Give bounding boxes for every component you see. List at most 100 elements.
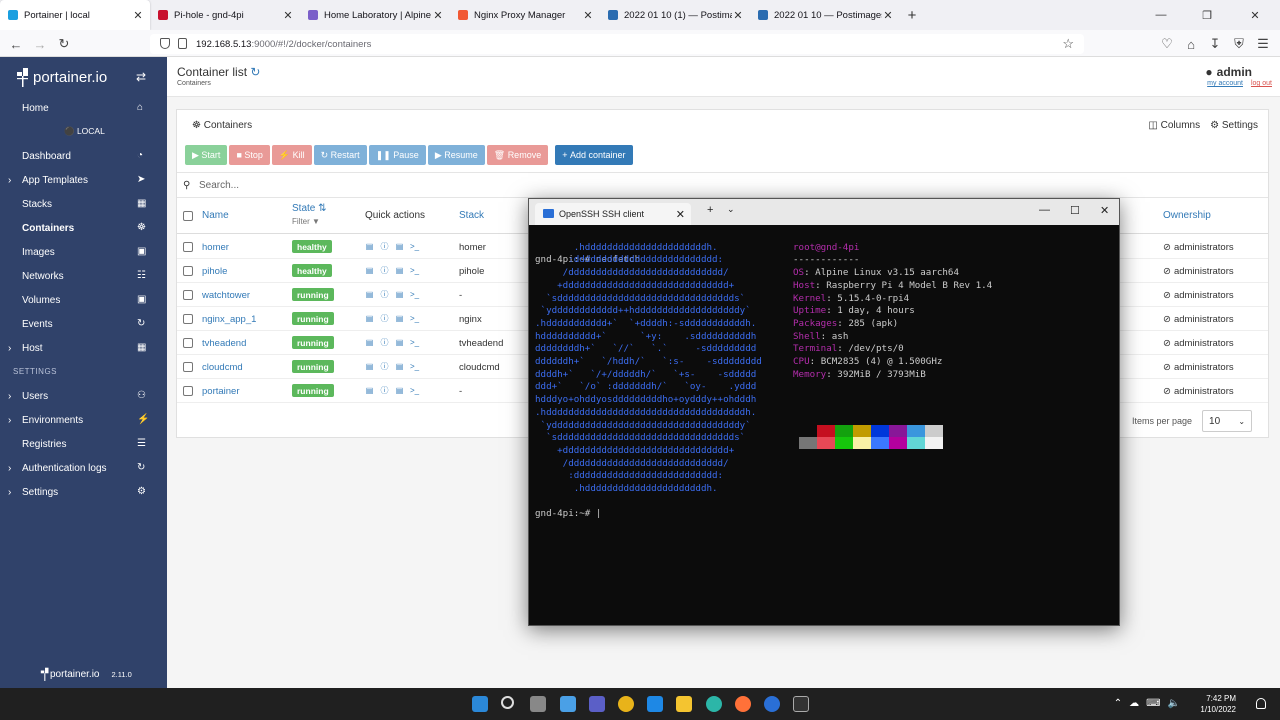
sidebar-item-images[interactable]: Images ▣ — [0, 240, 167, 264]
sidebar-item-environments[interactable]: › Environments ⚡ — [0, 408, 167, 432]
downloads-icon[interactable]: ↧ — [1205, 34, 1225, 54]
container-name-link[interactable]: tvheadend — [202, 338, 246, 349]
logout-link[interactable]: log out — [1251, 80, 1272, 87]
tray-chevron-icon[interactable]: ⌃ — [1114, 698, 1122, 709]
sidebar-item-networks[interactable]: Networks ☷ — [0, 264, 167, 288]
logs-icon[interactable]: ▤ — [365, 386, 374, 395]
sidebar-item-registries[interactable]: Registries ☰ — [0, 432, 167, 456]
ssh-terminal-window[interactable]: OpenSSH SSH client ✕ + ⌄ — ☐ ✕ gnd-4pi:~… — [528, 198, 1120, 626]
container-name-link[interactable]: pihole — [202, 266, 227, 277]
sidebar-item-containers[interactable]: Containers ☸ — [0, 216, 167, 240]
row-checkbox[interactable] — [183, 386, 193, 396]
console-icon[interactable]: >_ — [410, 314, 419, 323]
firefox-icon[interactable] — [735, 696, 751, 712]
shield-icon[interactable] — [160, 38, 170, 49]
terminal-tab[interactable]: OpenSSH SSH client ✕ — [535, 203, 691, 225]
stop-button[interactable]: ■ Stop — [229, 145, 270, 165]
terminal-close-button[interactable]: ✕ — [1100, 204, 1109, 217]
sidebar-item-host[interactable]: › Host ▦ — [0, 336, 167, 360]
terminal-maximize-button[interactable]: ☐ — [1070, 204, 1080, 217]
window-close-button[interactable]: ✕ — [1232, 0, 1278, 30]
row-checkbox[interactable] — [183, 242, 193, 252]
app-icon[interactable] — [764, 696, 780, 712]
sidebar-item-home[interactable]: Home ⌂ — [0, 96, 167, 120]
stats-icon[interactable]: ▤ — [395, 266, 404, 275]
pause-button[interactable]: ❚❚ Pause — [368, 145, 426, 165]
stats-icon[interactable]: ▤ — [395, 362, 404, 371]
extension-shield-icon[interactable]: ⛨ — [1229, 34, 1249, 54]
restart-button[interactable]: ↻ Restart — [313, 145, 367, 165]
logs-icon[interactable]: ▤ — [365, 314, 374, 323]
select-all-checkbox[interactable] — [183, 211, 193, 221]
resume-button[interactable]: ▶ Resume — [427, 145, 485, 165]
row-checkbox[interactable] — [183, 290, 193, 300]
name-column-header[interactable]: Name — [202, 210, 229, 221]
logs-icon[interactable]: ▤ — [365, 242, 374, 251]
inspect-icon[interactable]: ⓘ — [380, 386, 389, 395]
stats-icon[interactable]: ▤ — [395, 242, 404, 251]
inspect-icon[interactable]: ⓘ — [380, 338, 389, 347]
sidebar-item-dashboard[interactable]: Dashboard ◔ — [0, 144, 167, 168]
state-filter[interactable]: Filter ▼ — [292, 217, 320, 226]
add-container-button[interactable]: + Add container — [555, 145, 633, 165]
container-name-link[interactable]: portainer — [202, 386, 240, 397]
network-icon[interactable]: ⌨ — [1146, 698, 1160, 709]
stats-icon[interactable]: ▤ — [395, 290, 404, 299]
logs-icon[interactable]: ▤ — [365, 290, 374, 299]
tab-close-icon[interactable]: ✕ — [582, 9, 594, 22]
refresh-icon[interactable]: ↻ — [250, 65, 260, 79]
row-checkbox[interactable] — [183, 362, 193, 372]
kill-button[interactable]: ⚡ Kill — [271, 145, 312, 165]
terminal-tab-close-icon[interactable]: ✕ — [676, 208, 685, 221]
table-settings-button[interactable]: ⚙ Settings — [1210, 120, 1258, 131]
tab-close-icon[interactable]: ✕ — [282, 9, 294, 22]
ownership-column-header[interactable]: Ownership — [1163, 210, 1211, 221]
stats-icon[interactable]: ▤ — [395, 386, 404, 395]
chrome-icon[interactable] — [618, 696, 634, 712]
lock-icon[interactable] — [178, 38, 187, 49]
terminal-taskbar-icon[interactable] — [793, 696, 809, 712]
portainer-logo[interactable]: portainer.io — [16, 63, 107, 91]
logs-icon[interactable]: ▤ — [365, 266, 374, 275]
row-checkbox[interactable] — [183, 338, 193, 348]
menu-icon[interactable]: ☰ — [1253, 34, 1273, 54]
sidebar-item-app-templates[interactable]: › App Templates ➤ — [0, 168, 167, 192]
browser-tab[interactable]: Pi-hole - gnd-4pi ✕ — [150, 0, 300, 30]
console-icon[interactable]: >_ — [410, 386, 419, 395]
tab-close-icon[interactable]: ✕ — [432, 9, 444, 22]
new-tab-button[interactable]: + — [900, 0, 924, 30]
sidebar-item-settings[interactable]: › Settings ⚙ — [0, 480, 167, 504]
sidebar-item-users[interactable]: › Users ⚇ — [0, 384, 167, 408]
inspect-icon[interactable]: ⓘ — [380, 362, 389, 371]
browser-tab[interactable]: 2022 01 10 — Postimages ✕ — [750, 0, 900, 30]
remove-button[interactable]: 🗑 Remove — [486, 145, 549, 165]
console-icon[interactable]: >_ — [410, 242, 419, 251]
mail-icon[interactable] — [647, 696, 663, 712]
sidebar-item-stacks[interactable]: Stacks ▦ — [0, 192, 167, 216]
row-checkbox[interactable] — [183, 266, 193, 276]
taskbar-clock[interactable]: 7:42 PM 1/10/2022 — [1200, 693, 1236, 715]
row-checkbox[interactable] — [183, 314, 193, 324]
columns-button[interactable]: ◫ Columns — [1148, 120, 1200, 131]
edge-icon[interactable] — [706, 696, 722, 712]
reload-icon[interactable]: ↻ — [54, 34, 74, 54]
home-icon[interactable]: ⌂ — [1181, 34, 1201, 54]
chat-icon[interactable] — [589, 696, 605, 712]
start-menu-icon[interactable] — [472, 696, 488, 712]
window-restore-button[interactable]: ❐ — [1184, 0, 1230, 30]
terminal-output[interactable]: gnd-4pi:~# neofetch .hdddddddddddddddddd… — [535, 229, 1115, 619]
console-icon[interactable]: >_ — [410, 362, 419, 371]
widgets-icon[interactable] — [560, 696, 576, 712]
inspect-icon[interactable]: ⓘ — [380, 290, 389, 299]
tab-dropdown-icon[interactable]: ⌄ — [727, 204, 735, 215]
cloud-icon[interactable]: ☁ — [1129, 698, 1139, 709]
items-per-page-select[interactable]: 10 ⌄ — [1202, 410, 1253, 432]
sidebar-item-volumes[interactable]: Volumes ▣ — [0, 288, 167, 312]
browser-tab[interactable]: 2022 01 10 (1) — Postimages✕ — [600, 0, 750, 30]
my-account-link[interactable]: my account — [1207, 80, 1243, 87]
container-name-link[interactable]: nginx_app_1 — [202, 314, 256, 325]
url-bar[interactable]: 192.168.5.13:9000/#!/2/docker/containers… — [150, 34, 1084, 54]
search-input[interactable]: ⚲ Search... — [177, 172, 1268, 198]
stats-icon[interactable]: ▤ — [395, 314, 404, 323]
tab-close-icon[interactable]: ✕ — [732, 9, 744, 22]
